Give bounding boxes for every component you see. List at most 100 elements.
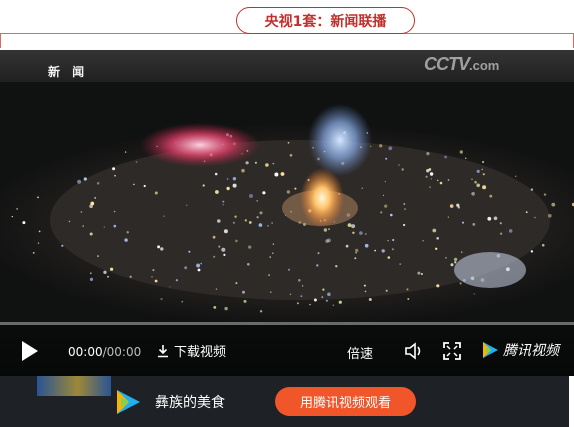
crowd-light xyxy=(428,168,432,171)
crowd-light xyxy=(313,298,317,302)
crowd-light xyxy=(90,272,92,274)
crowd-light xyxy=(200,262,202,265)
crowd-light xyxy=(287,141,290,144)
crowd-light xyxy=(449,204,454,208)
crowd-light xyxy=(534,216,536,219)
crowd-light xyxy=(247,263,250,266)
crowd-light xyxy=(151,276,153,278)
crowd-light xyxy=(272,243,275,245)
download-label: 下载视频 xyxy=(174,345,227,360)
crowd-light xyxy=(106,275,109,278)
crowd-light xyxy=(391,248,394,251)
article-header: 央视1套：新闻联播 xyxy=(0,0,574,50)
crowd-light xyxy=(143,184,146,188)
fullscreen-button[interactable] xyxy=(443,342,461,364)
crowd-light xyxy=(425,175,428,178)
crowd-light xyxy=(274,172,279,177)
crowd-light xyxy=(328,228,330,230)
player-controls: 00:00/00:00 下载视频 倍速 腾讯视频 xyxy=(0,325,574,376)
crowd-light xyxy=(188,250,191,253)
crowd-light xyxy=(462,221,464,224)
crowd-light xyxy=(157,245,161,249)
crowd-light xyxy=(387,256,391,259)
crowd-light xyxy=(322,288,325,291)
crowd-light xyxy=(429,186,431,189)
crowd-light xyxy=(432,228,437,233)
crowd-light xyxy=(381,249,385,253)
volume-icon xyxy=(405,342,421,360)
crowd-light xyxy=(271,222,273,224)
fullscreen-icon xyxy=(443,342,461,360)
crowd-light xyxy=(32,252,35,254)
crowd-light xyxy=(80,211,83,213)
crowd-light xyxy=(37,196,39,199)
video-player[interactable]: 新 闻 CCTV.com 00:00/00:00 下载视频 倍速 腾讯视频 xyxy=(0,50,574,376)
crowd-light xyxy=(459,150,463,154)
crowd-light xyxy=(355,251,357,254)
crowd-light xyxy=(351,224,356,229)
crowd-light xyxy=(244,219,247,222)
crowd-light xyxy=(435,247,438,250)
crowd-light xyxy=(77,179,82,184)
crowd-light xyxy=(525,211,528,214)
crowd-light xyxy=(152,269,155,272)
crowd-light xyxy=(129,275,132,278)
speed-button[interactable]: 倍速 xyxy=(347,343,373,362)
crowd-light xyxy=(254,161,257,164)
crowd-light xyxy=(382,194,385,196)
crowd-light xyxy=(487,216,492,221)
crowd-light xyxy=(154,191,158,195)
crowd-light xyxy=(61,244,64,247)
current-time: 00:00 xyxy=(68,345,103,359)
crowd-light xyxy=(68,220,71,223)
download-button[interactable]: 下载视频 xyxy=(156,341,226,360)
crowd-light xyxy=(436,284,440,288)
crowd-light xyxy=(218,245,221,248)
crowd-light xyxy=(530,250,534,253)
crowd-light xyxy=(454,261,457,264)
page-edge xyxy=(569,376,574,427)
crowd-light xyxy=(245,161,249,165)
crowd-light xyxy=(215,190,219,194)
volume-button[interactable] xyxy=(404,342,424,364)
crowd-light xyxy=(437,179,439,182)
crowd-light xyxy=(482,185,487,190)
crowd-light xyxy=(133,183,135,186)
crowd-light xyxy=(379,144,383,148)
crowd-light xyxy=(223,229,228,234)
thumbnail-strip xyxy=(37,376,111,396)
crowd-light xyxy=(392,238,395,242)
crowd-light xyxy=(385,157,388,160)
crowd-light xyxy=(169,286,171,288)
play-button[interactable] xyxy=(20,340,40,366)
crowd-light xyxy=(404,208,406,211)
crowd-light xyxy=(380,211,383,214)
crowd-light xyxy=(543,193,547,196)
crowd-light xyxy=(499,222,502,225)
crowd-light xyxy=(249,194,253,198)
crowd-light xyxy=(248,245,252,249)
crowd-light xyxy=(422,239,424,242)
crowd-light xyxy=(294,187,297,190)
crowd-light xyxy=(232,221,235,224)
duration: 00:00 xyxy=(106,345,142,359)
crowd-light xyxy=(124,238,128,242)
crowd-light xyxy=(447,216,450,218)
crowd-light xyxy=(242,290,245,294)
tencent-video-brand[interactable]: 腾讯视频 xyxy=(480,340,559,360)
crowd-light xyxy=(300,295,303,298)
crowd-light xyxy=(459,282,462,285)
crowd-light xyxy=(465,157,467,159)
crowd-light xyxy=(222,200,225,203)
open-in-app-button[interactable]: 用腾讯视频观看 xyxy=(275,387,416,416)
crowd-light xyxy=(213,306,217,309)
crowd-light xyxy=(364,290,367,293)
crowd-light xyxy=(258,223,263,227)
crowd-light xyxy=(364,233,367,235)
crowd-light xyxy=(126,231,129,234)
crowd-light xyxy=(184,266,188,270)
crowd-light xyxy=(181,300,184,303)
crowd-light xyxy=(399,263,402,265)
crowd-light xyxy=(97,255,99,258)
tencent-video-label: 腾讯视频 xyxy=(503,343,559,359)
